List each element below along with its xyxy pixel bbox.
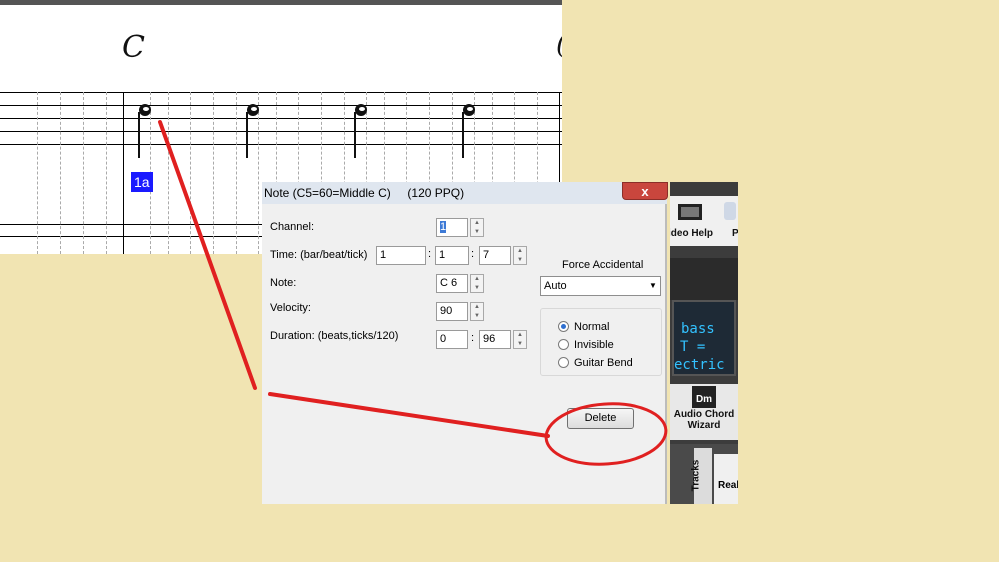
annotation-arrow-line xyxy=(268,392,550,438)
annotation-circle xyxy=(544,402,668,466)
annotation-arrow-line xyxy=(158,120,257,390)
annotation-overlay xyxy=(158,120,668,466)
